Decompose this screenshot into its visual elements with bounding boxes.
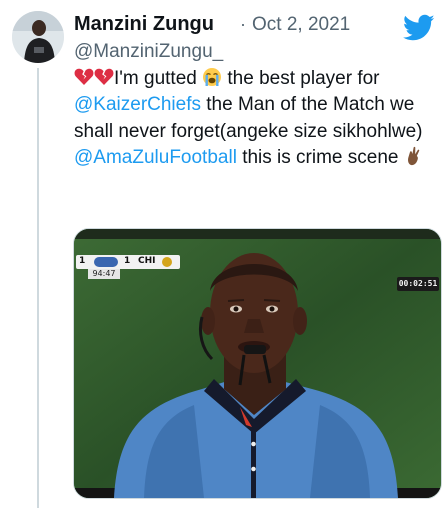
display-name[interactable]: Manzini Zungu <box>74 13 214 36</box>
broken-heart-emoji <box>94 68 114 85</box>
referee-tv-photo <box>74 229 441 498</box>
broken-heart-emoji <box>74 68 94 85</box>
tweet-text-segment: this is crime scene <box>236 147 404 169</box>
user-handle[interactable]: @ManziniZungu_ <box>74 41 223 63</box>
tweet-text: I'm gutted the best player for @KaizerCh… <box>74 66 436 172</box>
match-clock: 94:47 <box>88 269 120 279</box>
tweet-media-image[interactable]: 1 1 CHI 94:47 00:02:51 <box>73 228 442 499</box>
home-score: 1 <box>79 256 86 266</box>
mention-link-kaizerchiefs[interactable]: @KaizerChiefs <box>74 94 201 115</box>
tweet-text-segment: I'm gutted <box>114 68 197 89</box>
away-team-name: CHI <box>138 256 156 266</box>
separator-dot: · <box>240 14 246 34</box>
crossed-fingers-emoji <box>407 147 420 166</box>
twitter-bird-icon[interactable] <box>403 14 435 42</box>
tweet-date[interactable]: Oct 2, 2021 <box>252 14 350 36</box>
tweet-header: Manzini Zungu · Oct 2, 2021 @ManziniZung… <box>74 12 437 62</box>
thread-line <box>37 68 39 508</box>
tweet-text-segment: the best player for <box>222 68 380 89</box>
home-team-crest-icon <box>94 257 118 267</box>
away-score: 1 <box>124 256 131 266</box>
away-team-crest-icon <box>162 257 172 267</box>
mention-link-amazulufootball[interactable]: @AmaZuluFootball <box>74 147 237 168</box>
avatar-photo <box>12 11 64 63</box>
loudly-crying-face-emoji <box>203 68 222 86</box>
avatar[interactable] <box>12 11 64 63</box>
scoreboard-overlay: 1 1 CHI <box>76 255 180 269</box>
replay-timer: 00:02:51 <box>397 277 439 291</box>
